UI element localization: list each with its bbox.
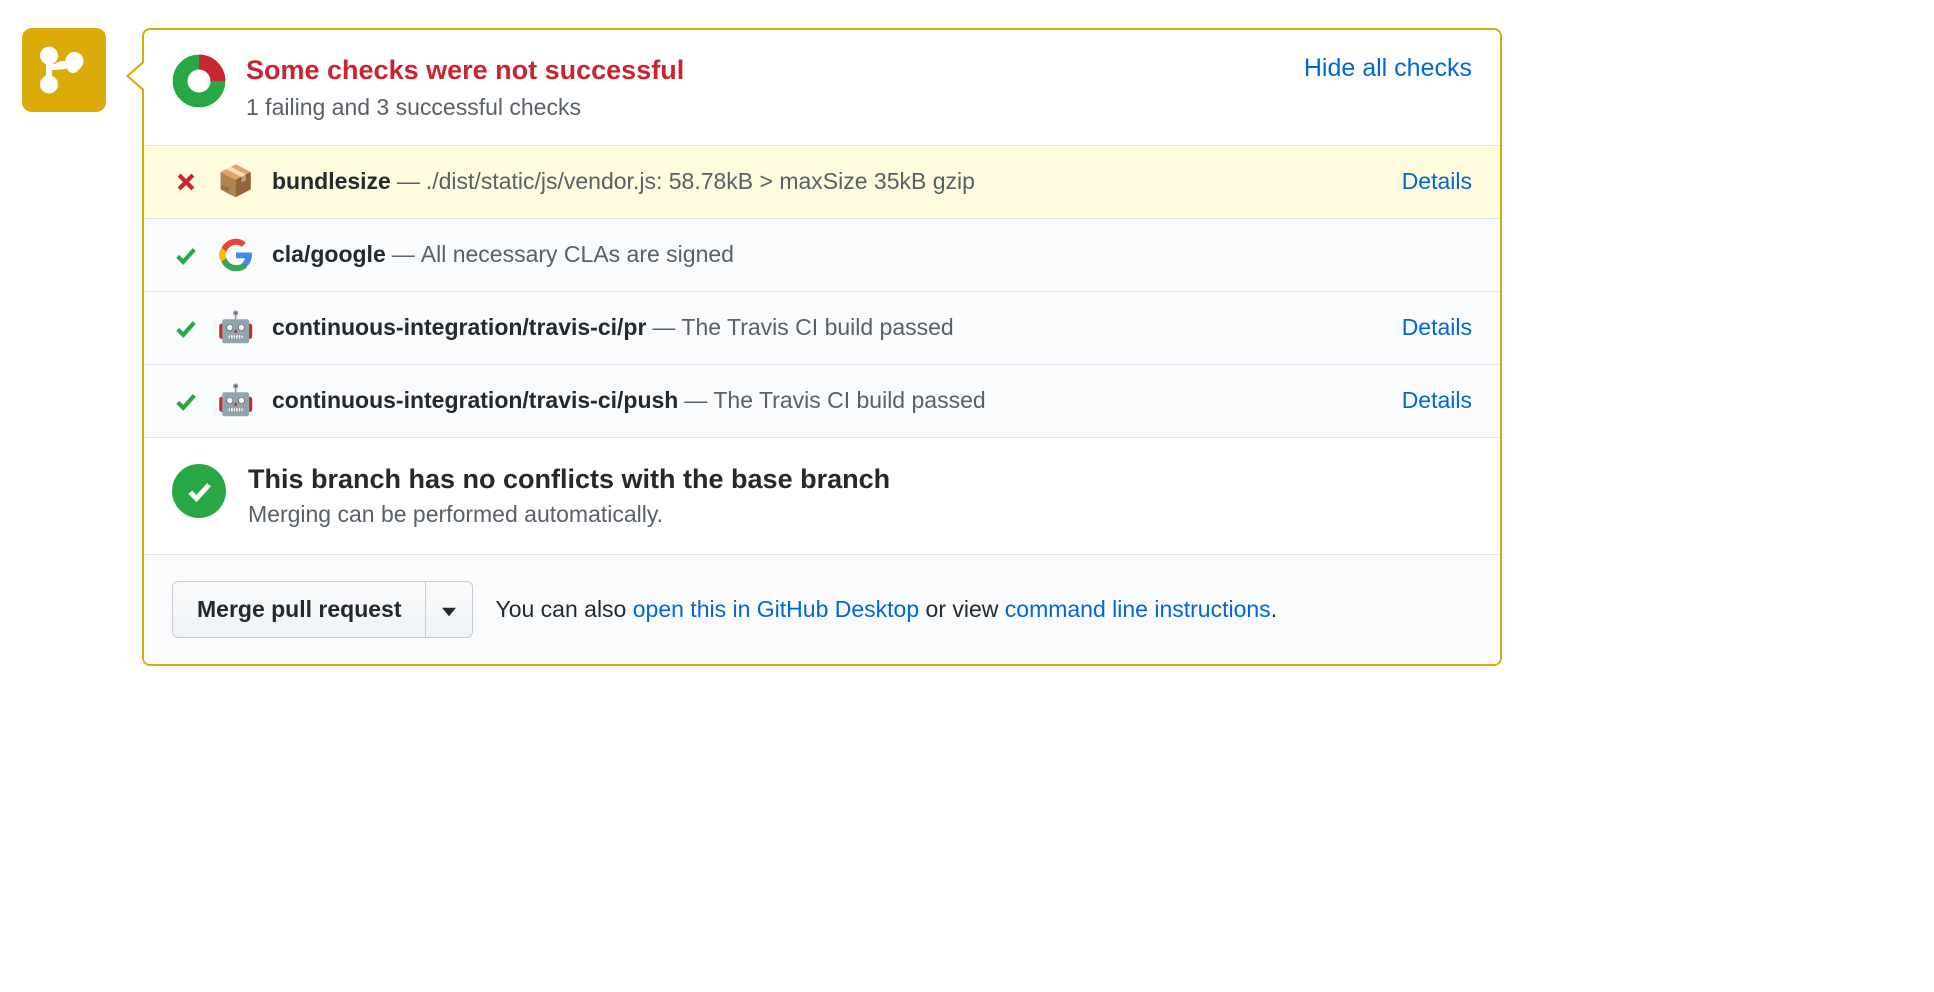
- x-icon: [172, 171, 200, 193]
- merge-pull-request-button[interactable]: Merge pull request: [172, 581, 426, 638]
- check-icon: [172, 390, 200, 412]
- google-icon: [218, 237, 254, 273]
- check-details-link[interactable]: Details: [1402, 314, 1472, 341]
- check-circle-icon: [172, 464, 226, 518]
- merge-options-dropdown[interactable]: [426, 581, 473, 638]
- checks-summary-subtitle: 1 failing and 3 successful checks: [246, 94, 684, 121]
- check-row: cla/google — All necessary CLAs are sign…: [144, 219, 1500, 292]
- checks-summary-section: Some checks were not successful 1 failin…: [144, 30, 1500, 146]
- command-line-instructions-link[interactable]: command line instructions: [1005, 596, 1271, 622]
- checks-list: 📦 bundlesize — ./dist/static/js/vendor.js…: [144, 146, 1500, 438]
- travis-icon: 🤖: [218, 383, 254, 419]
- checks-summary-title: Some checks were not successful: [246, 54, 684, 88]
- toggle-checks-link[interactable]: Hide all checks: [1304, 54, 1472, 83]
- check-message: The Travis CI build passed: [681, 314, 953, 341]
- merge-hint-text: You can also open this in GitHub Desktop…: [495, 596, 1277, 623]
- check-text: continuous-integration/travis-ci/push — …: [272, 387, 1384, 414]
- check-name: cla/google: [272, 241, 386, 268]
- git-merge-icon: [40, 46, 88, 94]
- merge-hint-middle: or view: [919, 596, 1005, 622]
- merge-actions-section: Merge pull request You can also open thi…: [144, 555, 1500, 664]
- merge-hint-prefix: You can also: [495, 596, 632, 622]
- check-icon: [172, 244, 200, 266]
- check-text: bundlesize — ./dist/static/js/vendor.js:…: [272, 168, 1384, 195]
- check-name: continuous-integration/travis-ci/pr: [272, 314, 646, 341]
- check-name: continuous-integration/travis-ci/push: [272, 387, 678, 414]
- check-row: 📦 bundlesize — ./dist/static/js/vendor.js…: [144, 146, 1500, 219]
- check-message: All necessary CLAs are signed: [421, 241, 734, 268]
- check-details-link[interactable]: Details: [1402, 387, 1472, 414]
- open-github-desktop-link[interactable]: open this in GitHub Desktop: [633, 596, 919, 622]
- merge-hint-suffix: .: [1271, 596, 1277, 622]
- check-details-link[interactable]: Details: [1402, 168, 1472, 195]
- check-name: bundlesize: [272, 168, 391, 195]
- package-icon: 📦: [218, 164, 254, 200]
- check-message: The Travis CI build passed: [713, 387, 985, 414]
- merge-status-panel: Some checks were not successful 1 failin…: [142, 28, 1502, 666]
- check-message: ./dist/static/js/vendor.js: 58.78kB > ma…: [426, 168, 975, 195]
- check-row: 🤖 continuous-integration/travis-ci/pr — T…: [144, 292, 1500, 365]
- check-icon: [172, 317, 200, 339]
- check-row: 🤖 continuous-integration/travis-ci/push —…: [144, 365, 1500, 438]
- travis-icon: 🤖: [218, 310, 254, 346]
- check-text: continuous-integration/travis-ci/pr — Th…: [272, 314, 1384, 341]
- checks-donut-icon: [172, 54, 226, 108]
- caret-down-icon: [442, 607, 456, 617]
- check-text: cla/google — All necessary CLAs are sign…: [272, 241, 1472, 268]
- conflict-subtitle: Merging can be performed automatically.: [248, 501, 890, 528]
- merge-conflict-section: This branch has no conflicts with the ba…: [144, 438, 1500, 555]
- merge-status-badge: [22, 28, 106, 112]
- conflict-title: This branch has no conflicts with the ba…: [248, 464, 890, 495]
